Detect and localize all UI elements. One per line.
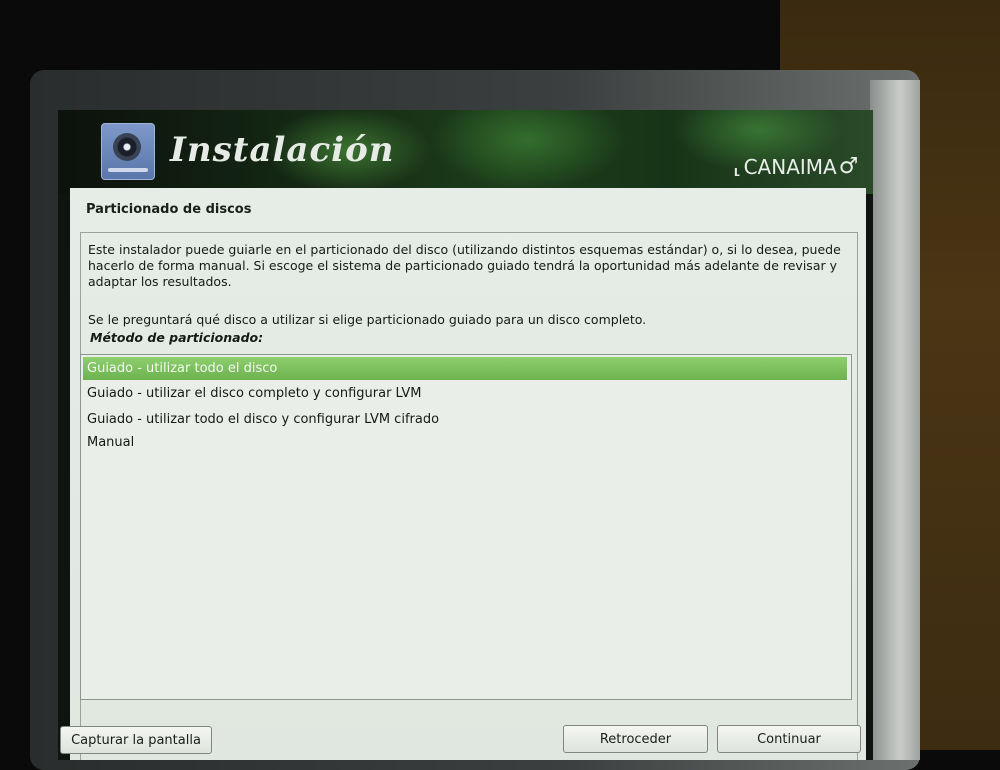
brand-figure-icon: ♂: [838, 154, 859, 179]
brand-name: CANAIMA: [743, 154, 837, 179]
header-banner: Instalación ⸤ CANAIMA ♂: [58, 110, 873, 194]
option-manual[interactable]: Manual: [83, 431, 847, 454]
description-text: Este instalador puede guiarle en el part…: [88, 242, 841, 289]
installer-window: Instalación ⸤ CANAIMA ♂ Particionado de …: [58, 110, 873, 760]
brand-figure-icon: ⸤: [733, 154, 742, 179]
method-label: Método de particionado:: [90, 330, 264, 345]
content-panel: Particionado de discos Este instalador p…: [70, 188, 866, 760]
option-guided-whole-disk[interactable]: Guiado - utilizar todo el disco: [83, 357, 847, 380]
option-guided-lvm[interactable]: Guiado - utilizar el disco completo y co…: [83, 382, 847, 405]
option-guided-lvm-encrypted[interactable]: Guiado - utilizar todo el disco y config…: [83, 408, 847, 431]
header-title: Instalación: [170, 130, 395, 170]
partition-method-list[interactable]: Guiado - utilizar todo el disco Guiado -…: [80, 354, 852, 700]
disc-drive-icon: [101, 123, 155, 180]
monitor-edge: [870, 80, 920, 760]
back-button[interactable]: Retroceder: [563, 725, 708, 753]
drive-slot: [108, 168, 148, 172]
continue-button[interactable]: Continuar: [717, 725, 861, 753]
brand-logo: ⸤ CANAIMA ♂: [733, 154, 858, 179]
disc-icon: [113, 133, 141, 161]
question-text: Se le preguntará qué disco a utilizar si…: [88, 312, 647, 327]
section-title: Particionado de discos: [86, 202, 252, 217]
